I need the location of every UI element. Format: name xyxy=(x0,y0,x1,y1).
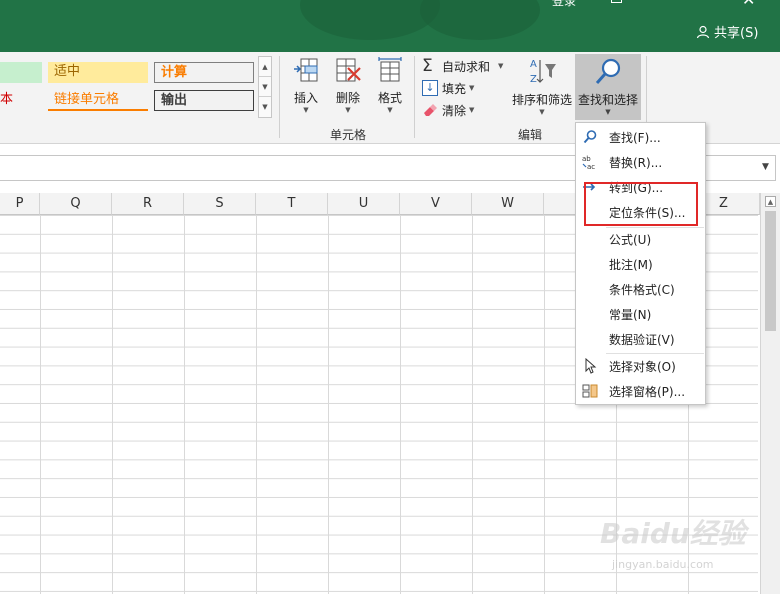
editing-group-label: 编辑 xyxy=(518,128,543,142)
column-header[interactable]: R xyxy=(112,193,184,215)
clear-button[interactable]: 清除 ▼ xyxy=(422,100,474,120)
svg-text:A: A xyxy=(530,59,537,70)
sort-filter-icon: A Z xyxy=(530,59,556,85)
chevron-down-icon: ▼ xyxy=(469,84,475,92)
menu-item-label: 公式(U) xyxy=(609,232,652,247)
watermark-logo: Baidu经验 xyxy=(600,517,746,550)
scroll-thumb[interactable] xyxy=(765,211,776,331)
sigma-icon: Σ xyxy=(422,56,433,76)
chevron-down-icon: ▼ xyxy=(605,108,611,116)
svg-text:ab: ab xyxy=(582,155,591,163)
menu-item-find[interactable]: 查找(F)... xyxy=(576,125,705,149)
replace-abc-icon: ab ac xyxy=(582,155,595,170)
insert-label: 插入 xyxy=(293,91,318,105)
sort-filter-label: 排序和筛选 xyxy=(511,93,572,107)
insert-button[interactable]: 插入 ▼ xyxy=(286,56,326,120)
styles-gallery-scroll[interactable]: ▲ ▼ ▼ xyxy=(258,56,272,118)
clear-label: 清除 xyxy=(442,103,467,118)
magnifier-icon xyxy=(595,58,621,84)
expand-formula-bar-icon[interactable]: ▼ xyxy=(762,162,769,172)
menu-item-label: 条件格式(C) xyxy=(609,282,675,297)
menu-item-formulas[interactable]: 公式(U) xyxy=(576,227,705,251)
delete-cells-icon xyxy=(336,58,361,82)
delete-label: 删除 xyxy=(335,91,360,105)
insert-cells-icon xyxy=(294,58,318,82)
menu-item-constants[interactable]: 常量(N) xyxy=(576,302,705,326)
login-button[interactable]: 登录 xyxy=(552,0,576,9)
annotation-highlight-box xyxy=(584,182,698,226)
menu-item-selection-pane[interactable]: 选择窗格(P)... xyxy=(576,379,705,403)
chevron-down-icon: ▼ xyxy=(539,108,545,116)
chevron-down-icon: ▼ xyxy=(303,106,309,114)
person-icon xyxy=(696,25,710,38)
find-select-button[interactable]: 查找和选择 ▼ xyxy=(575,54,641,120)
column-header[interactable]: U xyxy=(328,193,400,215)
title-bar: 登录 ✕ 共享(S) xyxy=(0,0,780,52)
title-bar-texture xyxy=(300,0,440,40)
menu-item-label: 批注(M) xyxy=(609,257,653,272)
sort-filter-button[interactable]: A Z 排序和筛选 ▼ xyxy=(511,56,573,120)
share-button[interactable]: 共享(S) xyxy=(696,22,758,41)
menu-item-label: 查找(F)... xyxy=(609,130,661,145)
vertical-scrollbar[interactable]: ▲ xyxy=(760,193,780,594)
eraser-icon xyxy=(422,102,438,118)
selection-pane-icon xyxy=(582,384,598,398)
fill-label: 填充 xyxy=(442,81,467,96)
menu-item-comments[interactable]: 批注(M) xyxy=(576,252,705,276)
autosum-label: 自动求和 xyxy=(442,59,491,74)
cells-group-label: 单元格 xyxy=(330,128,367,142)
gallery-down-icon[interactable]: ▼ xyxy=(259,77,271,97)
group-separator xyxy=(414,56,415,138)
menu-item-label: 数据验证(V) xyxy=(609,332,675,347)
menu-item-replace[interactable]: ab ac 替换(R)... xyxy=(576,150,705,174)
pointer-icon xyxy=(585,358,597,374)
style-calculation[interactable]: 计算 xyxy=(154,62,254,83)
style-neutral[interactable]: 适中 xyxy=(48,62,148,83)
autosum-button[interactable]: Σ 自动求和 ▼ xyxy=(422,56,503,76)
format-label: 格式 xyxy=(377,91,402,105)
menu-item-conditional-formatting[interactable]: 条件格式(C) xyxy=(576,277,705,301)
column-header[interactable]: T xyxy=(256,193,328,215)
fill-down-icon: ↓ xyxy=(422,80,438,96)
find-select-label: 查找和选择 xyxy=(577,93,638,107)
gallery-more-icon[interactable]: ▼ xyxy=(259,97,271,117)
menu-item-select-objects[interactable]: 选择对象(O) xyxy=(576,354,705,378)
magnifier-icon xyxy=(583,130,597,144)
style-explanatory-partial[interactable]: 本 xyxy=(0,90,42,111)
group-separator xyxy=(279,56,280,138)
chevron-down-icon: ▼ xyxy=(387,106,393,114)
style-linked-cell[interactable]: 链接单元格 xyxy=(48,90,148,111)
gallery-up-icon[interactable]: ▲ xyxy=(259,57,271,77)
column-header[interactable]: W xyxy=(472,193,544,215)
title-bar-texture xyxy=(420,0,540,40)
style-output[interactable]: 输出 xyxy=(154,90,254,111)
menu-item-label: 选择对象(O) xyxy=(609,359,676,374)
excel-window: 登录 ✕ 共享(S) 适中 计算 本 链接单元格 输出 ▲ ▼ ▼ xyxy=(0,0,780,594)
chevron-down-icon: ▼ xyxy=(498,62,504,70)
restore-window-icon[interactable] xyxy=(611,0,622,3)
style-good-partial[interactable] xyxy=(0,62,42,83)
find-select-menu: 查找(F)... ab ac 替换(R)... 转到(G)... 定位条件(S)… xyxy=(575,122,706,405)
column-header[interactable]: Q xyxy=(40,193,112,215)
menu-item-label: 替换(R)... xyxy=(609,155,663,170)
column-header[interactable]: S xyxy=(184,193,256,215)
delete-button[interactable]: 删除 ▼ xyxy=(328,56,368,120)
svg-text:Z: Z xyxy=(530,74,537,85)
fill-button[interactable]: ↓ 填充 ▼ xyxy=(422,78,474,98)
format-cells-icon xyxy=(378,57,402,82)
close-window-icon[interactable]: ✕ xyxy=(742,0,755,9)
chevron-down-icon: ▼ xyxy=(345,106,351,114)
menu-item-data-validation[interactable]: 数据验证(V) xyxy=(576,327,705,351)
column-header[interactable]: P xyxy=(0,193,40,215)
svg-text:ac: ac xyxy=(587,163,595,170)
scroll-up-icon[interactable]: ▲ xyxy=(765,196,776,207)
format-button[interactable]: 格式 ▼ xyxy=(370,56,410,120)
menu-item-label: 选择窗格(P)... xyxy=(609,384,686,399)
chevron-down-icon: ▼ xyxy=(469,106,475,114)
column-header[interactable]: V xyxy=(400,193,472,215)
watermark-url: jingyan.baidu.com xyxy=(612,558,714,571)
share-label: 共享(S) xyxy=(714,26,759,41)
menu-item-label: 常量(N) xyxy=(609,307,652,322)
